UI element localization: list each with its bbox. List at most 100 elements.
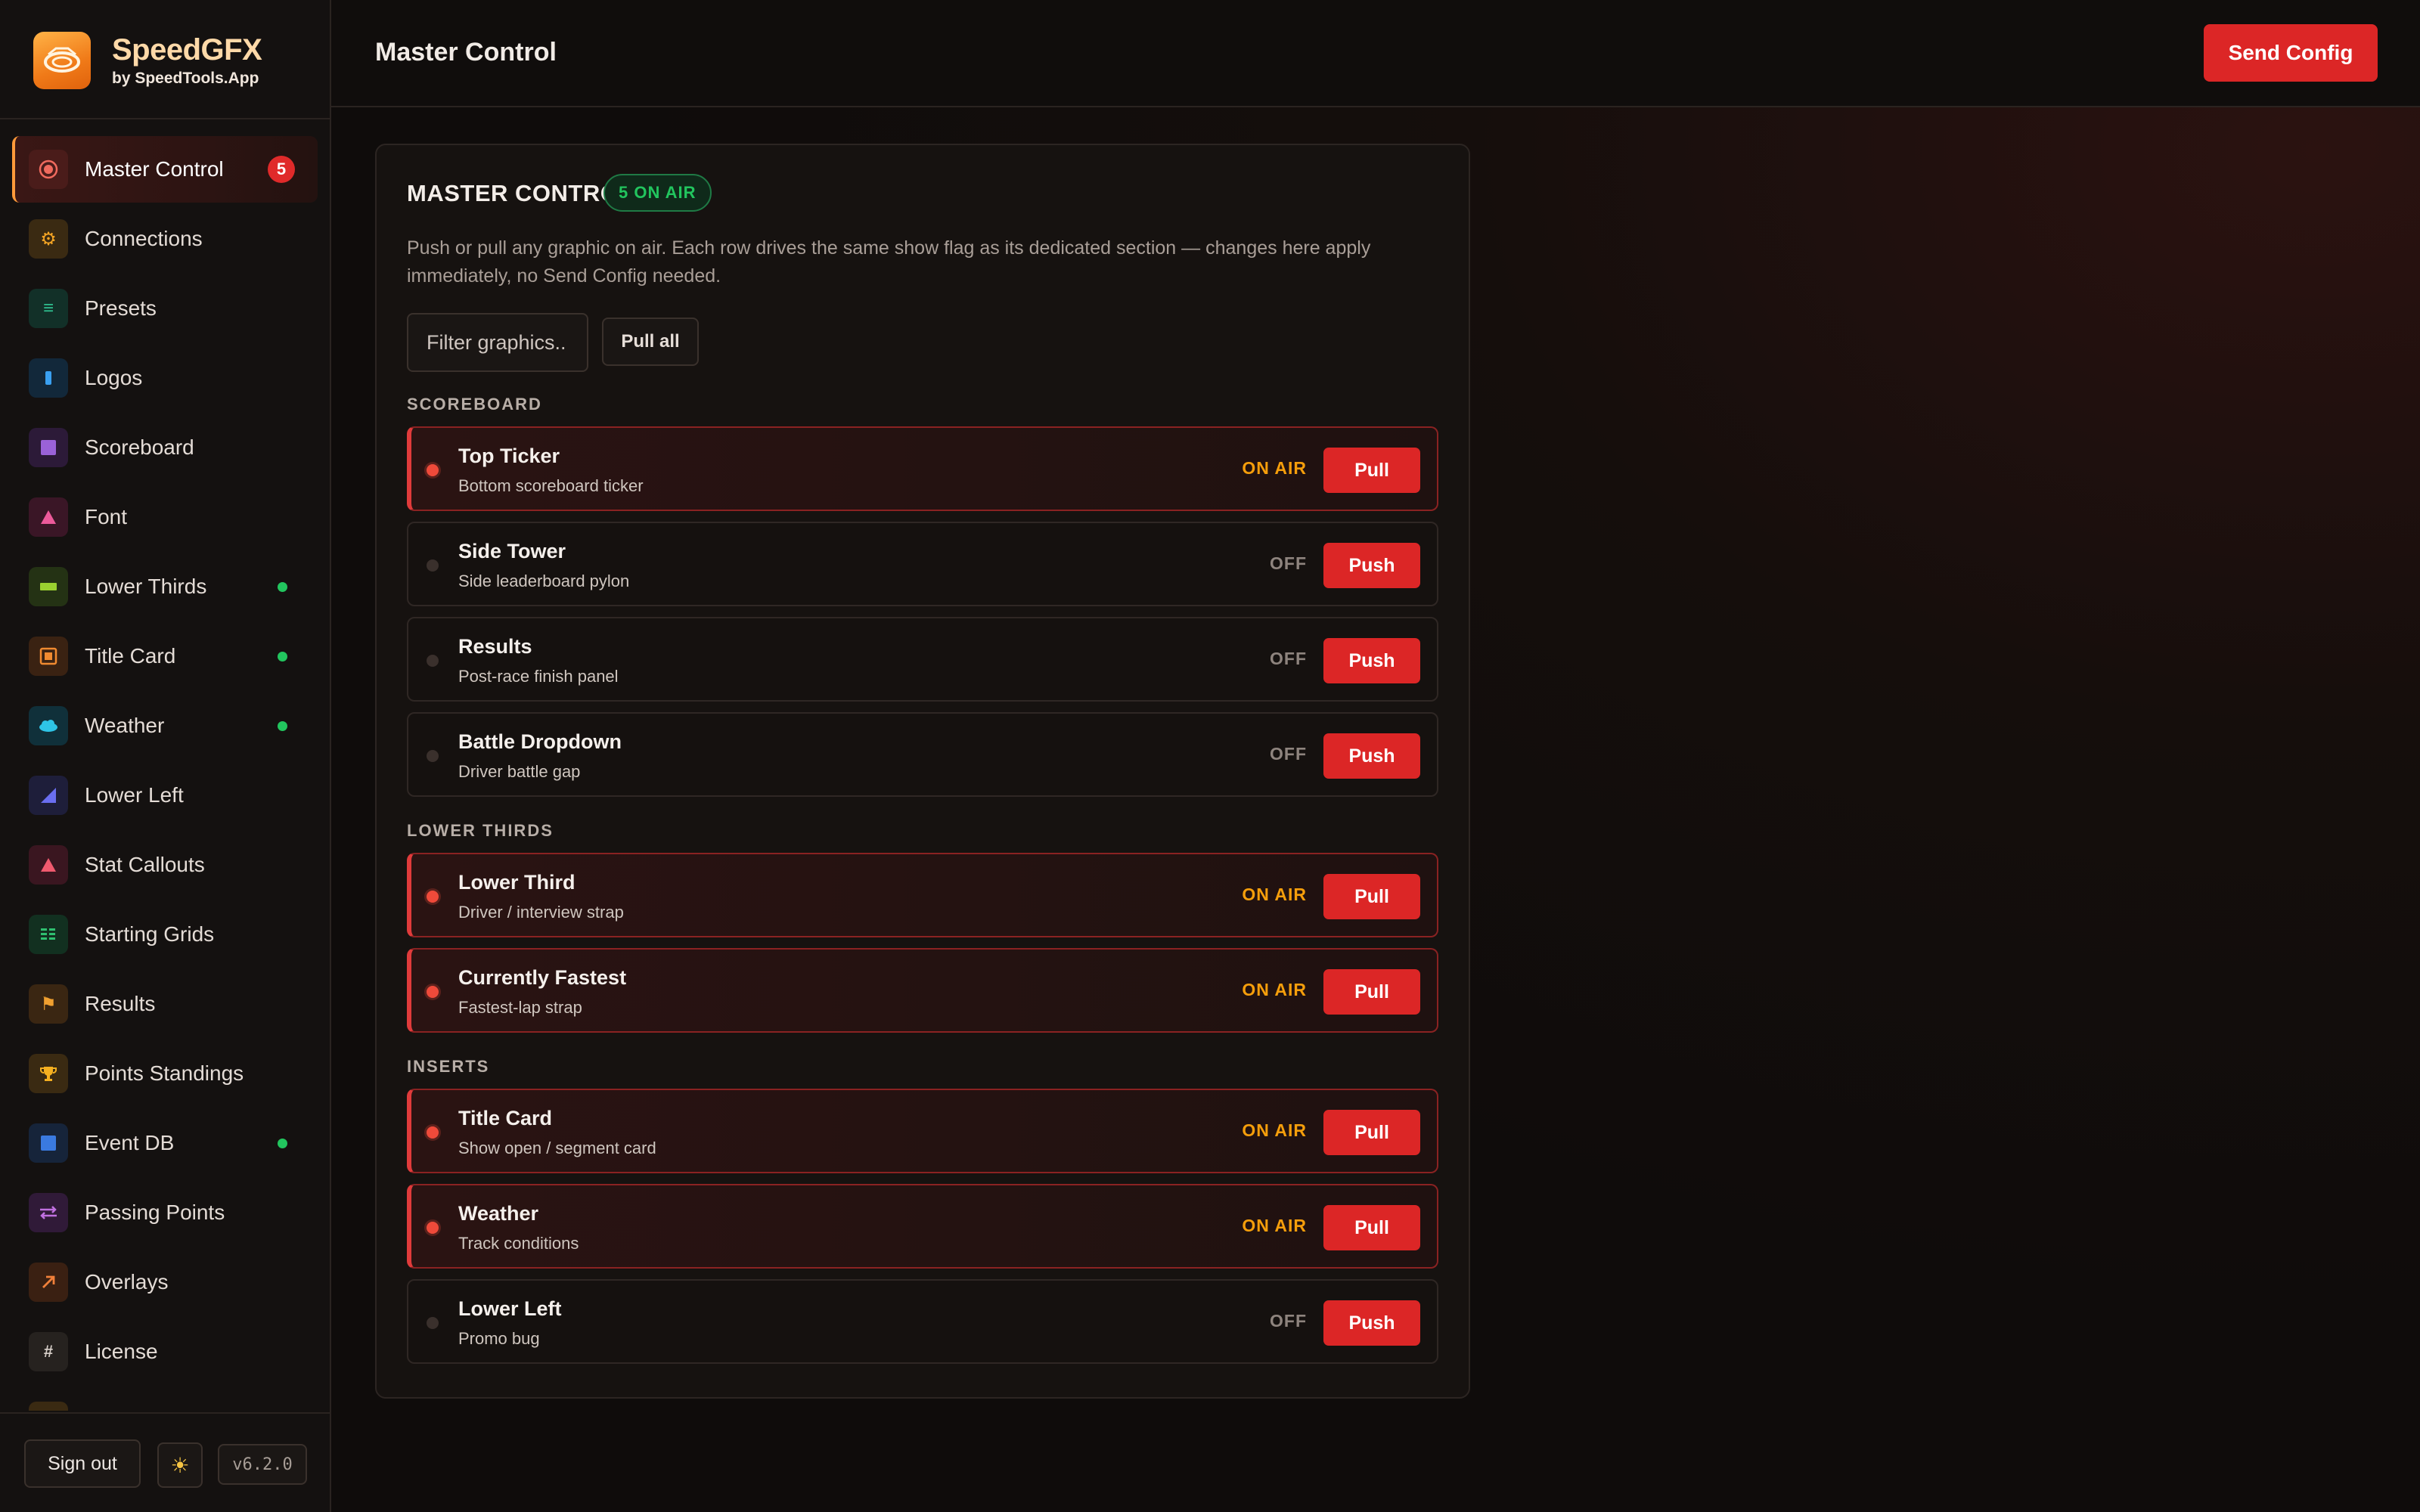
- pull-button[interactable]: Pull: [1323, 448, 1420, 493]
- sidebar-item-label: Scoreboard: [85, 435, 194, 459]
- graphic-name: Top Ticker: [458, 445, 560, 467]
- live-indicator-dot: [427, 464, 439, 476]
- cloud-icon: [29, 706, 68, 745]
- graphic-row-lower-third: Lower Third Driver / interview strap ON …: [407, 853, 1438, 937]
- database-icon: [29, 1123, 68, 1163]
- graphic-name: Lower Left: [458, 1297, 562, 1320]
- sidebar-item-scoreboard[interactable]: Scoreboard: [12, 414, 318, 481]
- push-button[interactable]: Push: [1323, 733, 1420, 779]
- graphic-description: Track conditions: [458, 1234, 579, 1253]
- graphic-name: Lower Third: [458, 871, 576, 894]
- push-button[interactable]: Push: [1323, 543, 1420, 588]
- sidebar-item-label: Title Card: [85, 644, 176, 668]
- page-title: Master Control: [375, 38, 557, 67]
- sidebar-item-font[interactable]: Font: [12, 484, 318, 550]
- graphic-name: Weather: [458, 1202, 539, 1225]
- triangle-icon: [29, 497, 68, 537]
- brand-name: SpeedGFX: [112, 33, 262, 67]
- graphic-description: Show open / segment card: [458, 1139, 656, 1157]
- sidebar-item-lower-left[interactable]: Lower Left: [12, 762, 318, 829]
- notification-badge: 5: [268, 156, 295, 183]
- graphic-description: Fastest-lap strap: [458, 998, 582, 1017]
- graphic-description: Bottom scoreboard ticker: [458, 476, 644, 495]
- sidebar-item-event-db[interactable]: Event DB: [12, 1110, 318, 1176]
- card-icon: [29, 637, 68, 676]
- sidebar-item-master-control[interactable]: Master Control 5: [12, 136, 318, 203]
- sidebar: SpeedGFX by SpeedTools.App Master Contro…: [0, 0, 331, 1512]
- sun-icon[interactable]: ☀: [157, 1442, 203, 1488]
- sidebar-item-connections[interactable]: ⚙ Connections: [12, 206, 318, 272]
- sidebar-item-results[interactable]: ⚑ Results: [12, 971, 318, 1037]
- sidebar-item-label: Event DB: [85, 1131, 175, 1154]
- sidebar-item-presets[interactable]: ≡ Presets: [12, 275, 318, 342]
- pull-button[interactable]: Pull: [1323, 969, 1420, 1015]
- section-label-inserts: INSERTS: [407, 1057, 490, 1076]
- live-indicator-dot: [427, 1126, 439, 1139]
- graphic-status: ON AIR: [1242, 1120, 1307, 1140]
- push-button[interactable]: Push: [1323, 638, 1420, 683]
- graphic-row-currently-fastest: Currently Fastest Fastest-lap strap ON A…: [407, 948, 1438, 1033]
- pull-button[interactable]: Pull: [1323, 874, 1420, 919]
- live-indicator-dot: [427, 1222, 439, 1234]
- sidebar-item-partial[interactable]: [12, 1388, 318, 1411]
- off-indicator-dot: [427, 1317, 439, 1329]
- off-indicator-dot: [427, 655, 439, 667]
- section-label-lower-thirds: LOWER THIRDS: [407, 821, 554, 840]
- graphic-description: Driver battle gap: [458, 762, 581, 781]
- bar-icon: [29, 358, 68, 398]
- graphic-name: Side Tower: [458, 540, 566, 562]
- graphic-status: OFF: [1270, 744, 1307, 764]
- graphic-name: Currently Fastest: [458, 966, 627, 989]
- sidebar-item-points-standings[interactable]: Points Standings: [12, 1040, 318, 1107]
- sidebar-item-label: Overlays: [85, 1270, 169, 1294]
- sidebar-item-logos[interactable]: Logos: [12, 345, 318, 411]
- sidebar-item-label: Starting Grids: [85, 922, 215, 946]
- sidebar-item-weather[interactable]: Weather: [12, 692, 318, 759]
- sidebar-item-starting-grids[interactable]: Starting Grids: [12, 901, 318, 968]
- filter-graphics-input[interactable]: Filter graphics..: [407, 313, 588, 372]
- send-config-button[interactable]: Send Config: [2204, 24, 2378, 82]
- sidebar-item-label: Presets: [85, 296, 157, 320]
- sidebar-item-label: License: [85, 1340, 158, 1363]
- corner-icon: [29, 776, 68, 815]
- active-status-dot: [278, 582, 287, 592]
- panel-title: MASTER CONTROL: [407, 180, 634, 206]
- sidebar-item-label: Passing Points: [85, 1201, 225, 1224]
- sidebar-item-lower-thirds[interactable]: Lower Thirds: [12, 553, 318, 620]
- graphic-row-weather: Weather Track conditions ON AIR Pull: [407, 1184, 1438, 1269]
- sidebar-item-label: Stat Callouts: [85, 853, 205, 876]
- top-bar: Master Control Send Config: [331, 0, 2420, 107]
- graphic-status: OFF: [1270, 553, 1307, 573]
- sidebar-footer: Sign out ☀ v6.2.0: [0, 1412, 330, 1512]
- main-content: Master Control Send Config MASTER CONTRO…: [331, 0, 2420, 1512]
- partial-item-icon: [29, 1402, 68, 1411]
- sidebar-item-label: Points Standings: [85, 1061, 244, 1085]
- square-icon: [29, 428, 68, 467]
- push-button[interactable]: Push: [1323, 1300, 1420, 1346]
- sidebar-nav: Master Control 5 ⚙ Connections ≡ Presets…: [0, 133, 330, 1411]
- graphic-row-battle-dropdown: Battle Dropdown Driver battle gap OFF Pu…: [407, 712, 1438, 797]
- triangle-icon: [29, 845, 68, 885]
- active-status-dot: [278, 721, 287, 731]
- sidebar-item-stat-callouts[interactable]: Stat Callouts: [12, 832, 318, 898]
- flag-icon: ⚑: [29, 984, 68, 1024]
- graphic-description: Post-race finish panel: [458, 667, 619, 686]
- sidebar-item-license[interactable]: # License: [12, 1318, 318, 1385]
- hash-icon: #: [29, 1332, 68, 1371]
- sign-out-button[interactable]: Sign out: [24, 1439, 141, 1488]
- sidebar-item-overlays[interactable]: Overlays: [12, 1249, 318, 1315]
- graphic-status: ON AIR: [1242, 885, 1307, 904]
- gear-icon: ⚙: [29, 219, 68, 259]
- sidebar-item-title-card[interactable]: Title Card: [12, 623, 318, 689]
- pull-button[interactable]: Pull: [1323, 1205, 1420, 1250]
- sidebar-item-label: Lower Thirds: [85, 575, 207, 598]
- graphic-name: Title Card: [458, 1107, 553, 1129]
- version-label: v6.2.0: [218, 1444, 307, 1485]
- strap-icon: [29, 567, 68, 606]
- graphic-row-lower-left: Lower Left Promo bug OFF Push: [407, 1279, 1438, 1364]
- sidebar-item-passing-points[interactable]: Passing Points: [12, 1179, 318, 1246]
- graphic-row-top-ticker: Top Ticker Bottom scoreboard ticker ON A…: [407, 426, 1438, 511]
- graphic-description: Side leaderboard pylon: [458, 572, 630, 590]
- pull-all-button[interactable]: Pull all: [602, 318, 699, 366]
- pull-button[interactable]: Pull: [1323, 1110, 1420, 1155]
